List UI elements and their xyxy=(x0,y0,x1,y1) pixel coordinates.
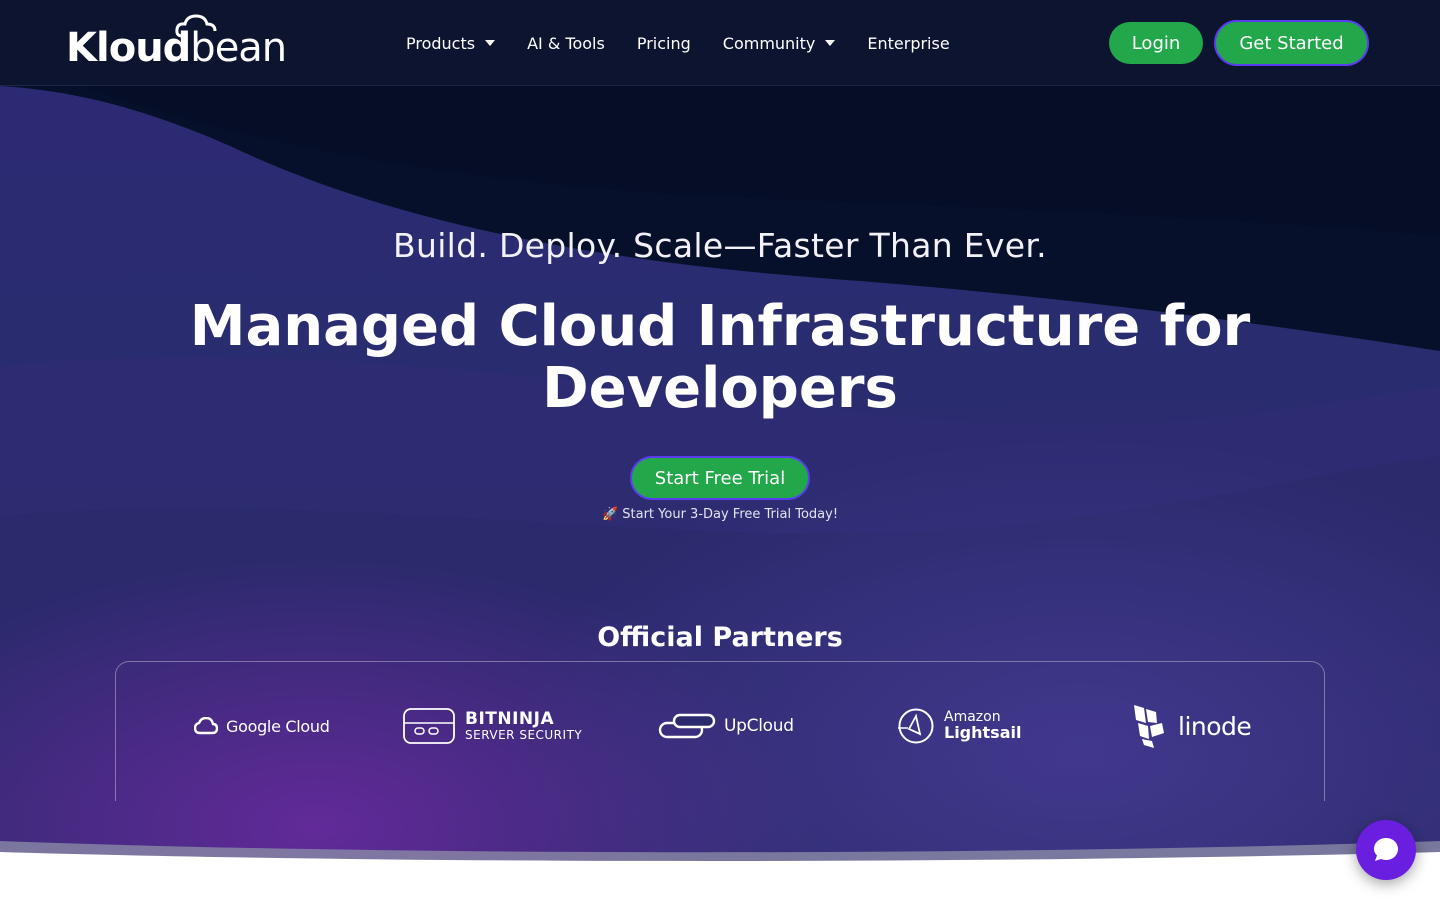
partner-bitninja: BITNINJA SERVER SECURITY xyxy=(403,702,582,750)
site-header: Kloud bean Products AI & Tools Pricing Co… xyxy=(0,0,1440,86)
partners-logo-strip: Google Cloud BITNINJA SERVER SECURITY Up… xyxy=(115,661,1325,801)
login-button[interactable]: Login xyxy=(1109,22,1203,64)
get-started-button[interactable]: Get Started xyxy=(1214,20,1369,66)
nav-products-label: Products xyxy=(406,33,476,53)
chat-widget-button[interactable] xyxy=(1356,820,1416,880)
partner-amazon-lightsail: Amazon Lightsail xyxy=(896,702,1021,750)
hero-tagline: Build. Deploy. Scale—Faster Than Ever. xyxy=(393,226,1047,265)
partner-bitninja-sub: SERVER SECURITY xyxy=(465,727,583,742)
nav-ai-tools[interactable]: AI & Tools xyxy=(527,34,605,53)
nav-enterprise[interactable]: Enterprise xyxy=(867,34,949,53)
nav-enterprise-label: Enterprise xyxy=(867,33,950,53)
lightsail-icon xyxy=(898,708,934,744)
nav-community[interactable]: Community xyxy=(723,34,836,53)
partner-bitninja-label: BITNINJA xyxy=(465,708,555,729)
google-cloud-icon xyxy=(194,717,218,735)
upcloud-icon xyxy=(658,713,716,739)
chevron-down-icon xyxy=(485,40,496,46)
chat-bubble-icon xyxy=(1374,838,1398,861)
nav-pricing-label: Pricing xyxy=(636,33,691,53)
partner-linode-label: linode xyxy=(1178,711,1252,741)
chevron-down-icon xyxy=(825,40,836,46)
logo-text-bold: Kloud xyxy=(66,25,191,71)
nav-products[interactable]: Products xyxy=(406,33,496,53)
partners-title: Official Partners xyxy=(597,622,843,653)
nav-ai-tools-label: AI & Tools xyxy=(527,33,605,53)
headline-line-1: Managed Cloud Infrastructure for xyxy=(189,294,1251,359)
partner-upcloud: UpCloud xyxy=(658,702,794,750)
headline-line-2: Developers xyxy=(542,356,898,421)
nav-pricing[interactable]: Pricing xyxy=(637,34,691,53)
partner-linode: linode xyxy=(1132,702,1252,750)
partner-google-cloud: Google Cloud xyxy=(194,702,330,750)
logo-cloud-icon xyxy=(175,14,217,38)
kloudbean-logo[interactable]: Kloud bean xyxy=(66,14,287,71)
partner-upcloud-label: UpCloud xyxy=(724,716,794,736)
partner-lightsail-sub: Lightsail xyxy=(944,722,1022,742)
nav-community-label: Community xyxy=(722,33,816,53)
linode-icon xyxy=(1134,705,1164,748)
bitninja-icon xyxy=(403,708,455,744)
hero-section: Build. Deploy. Scale—Faster Than Ever. M… xyxy=(0,86,1440,866)
trial-note: 🚀 Start Your 3-Day Free Trial Today! xyxy=(601,507,839,522)
partner-google-cloud-label: Google Cloud xyxy=(226,716,330,736)
start-free-trial-button[interactable]: Start Free Trial xyxy=(630,456,810,500)
main-nav: Products AI & Tools Pricing Community En… xyxy=(406,30,982,56)
hero-headline: Managed Cloud Infrastructure for Develop… xyxy=(0,296,1440,420)
